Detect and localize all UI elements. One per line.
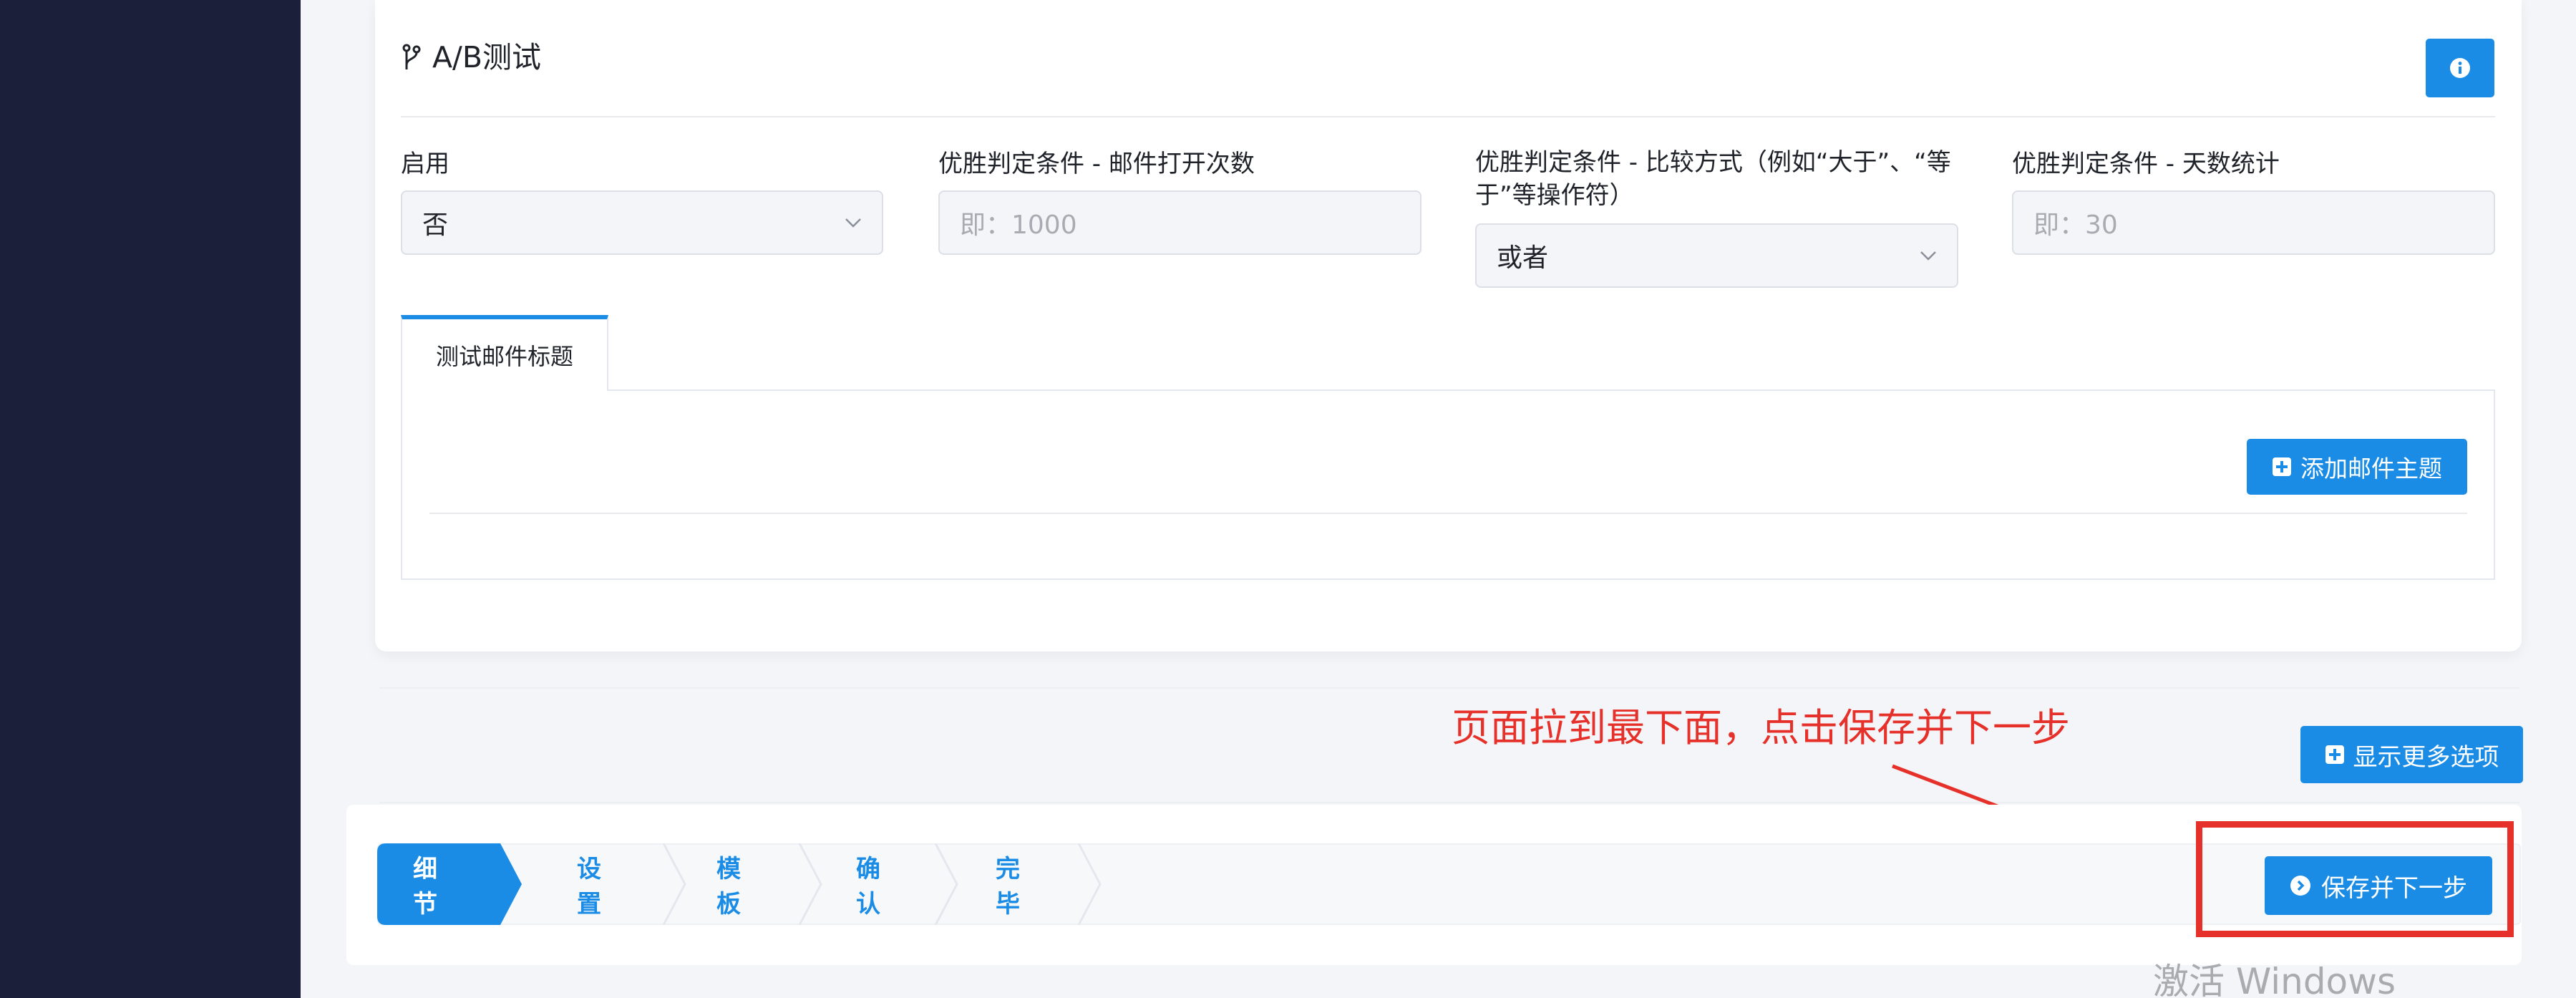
- compare-label-line1: 优胜判定条件 - 比较方式（例如“大于”、“等: [1475, 148, 1951, 177]
- days-label: 优胜判定条件 - 天数统计: [2012, 150, 2280, 178]
- chevron-down-icon: [1920, 251, 1936, 261]
- title-divider: [401, 116, 2495, 117]
- info-circle-icon: [2450, 58, 2470, 78]
- section-title-text: A/B测试: [432, 40, 541, 74]
- annotation-text: 页面拉到最下面，点击保存并下一步: [1452, 705, 2070, 750]
- panel-divider: [429, 513, 2467, 514]
- plus-square-icon: [2273, 457, 2291, 476]
- step-done[interactable]: 完毕: [996, 843, 1020, 925]
- show-more-options-label: 显示更多选项: [2353, 742, 2499, 772]
- compare-select-value: 或者: [1497, 243, 1549, 273]
- sidebar: [0, 0, 301, 998]
- days-input[interactable]: 即：30: [2012, 190, 2495, 255]
- plus-square-icon: [2325, 745, 2344, 764]
- add-subject-button[interactable]: 添加邮件主题: [2247, 439, 2467, 495]
- tab-test-subject[interactable]: 测试邮件标题: [401, 315, 608, 391]
- open-count-label: 优胜判定条件 - 邮件打开次数: [938, 150, 1255, 178]
- add-subject-label: 添加邮件主题: [2300, 455, 2442, 483]
- tab-panel: [401, 389, 2495, 580]
- tab-label: 测试邮件标题: [435, 343, 573, 370]
- enable-label: 启用: [401, 150, 449, 178]
- open-count-placeholder: 即：1000: [960, 210, 1077, 240]
- days-placeholder: 即：30: [2033, 210, 2118, 240]
- save-and-next-label: 保存并下一步: [2321, 873, 2467, 903]
- step-details[interactable]: 细节: [413, 843, 437, 925]
- open-count-input[interactable]: 即：1000: [938, 190, 1421, 255]
- step-settings[interactable]: 设置: [577, 843, 601, 925]
- branch-icon: [402, 44, 421, 69]
- enable-select-value: 否: [422, 210, 449, 240]
- chevron-down-icon: [845, 218, 861, 228]
- windows-watermark: 激活 Windows: [2153, 961, 2396, 998]
- show-more-options-button[interactable]: 显示更多选项: [2300, 726, 2523, 783]
- step-template[interactable]: 模板: [716, 843, 741, 925]
- compare-label-line2: 于”等操作符）: [1475, 181, 1634, 210]
- step-confirm[interactable]: 确认: [856, 843, 880, 925]
- chevron-right-circle-icon: [2290, 876, 2310, 896]
- save-and-next-button[interactable]: 保存并下一步: [2265, 856, 2492, 915]
- compare-select[interactable]: 或者: [1475, 223, 1958, 288]
- section-separator: [379, 687, 2519, 689]
- section-separator: [379, 802, 2519, 803]
- section-title: A/B测试: [401, 37, 541, 77]
- info-button[interactable]: [2426, 39, 2494, 97]
- enable-select[interactable]: 否: [401, 190, 883, 255]
